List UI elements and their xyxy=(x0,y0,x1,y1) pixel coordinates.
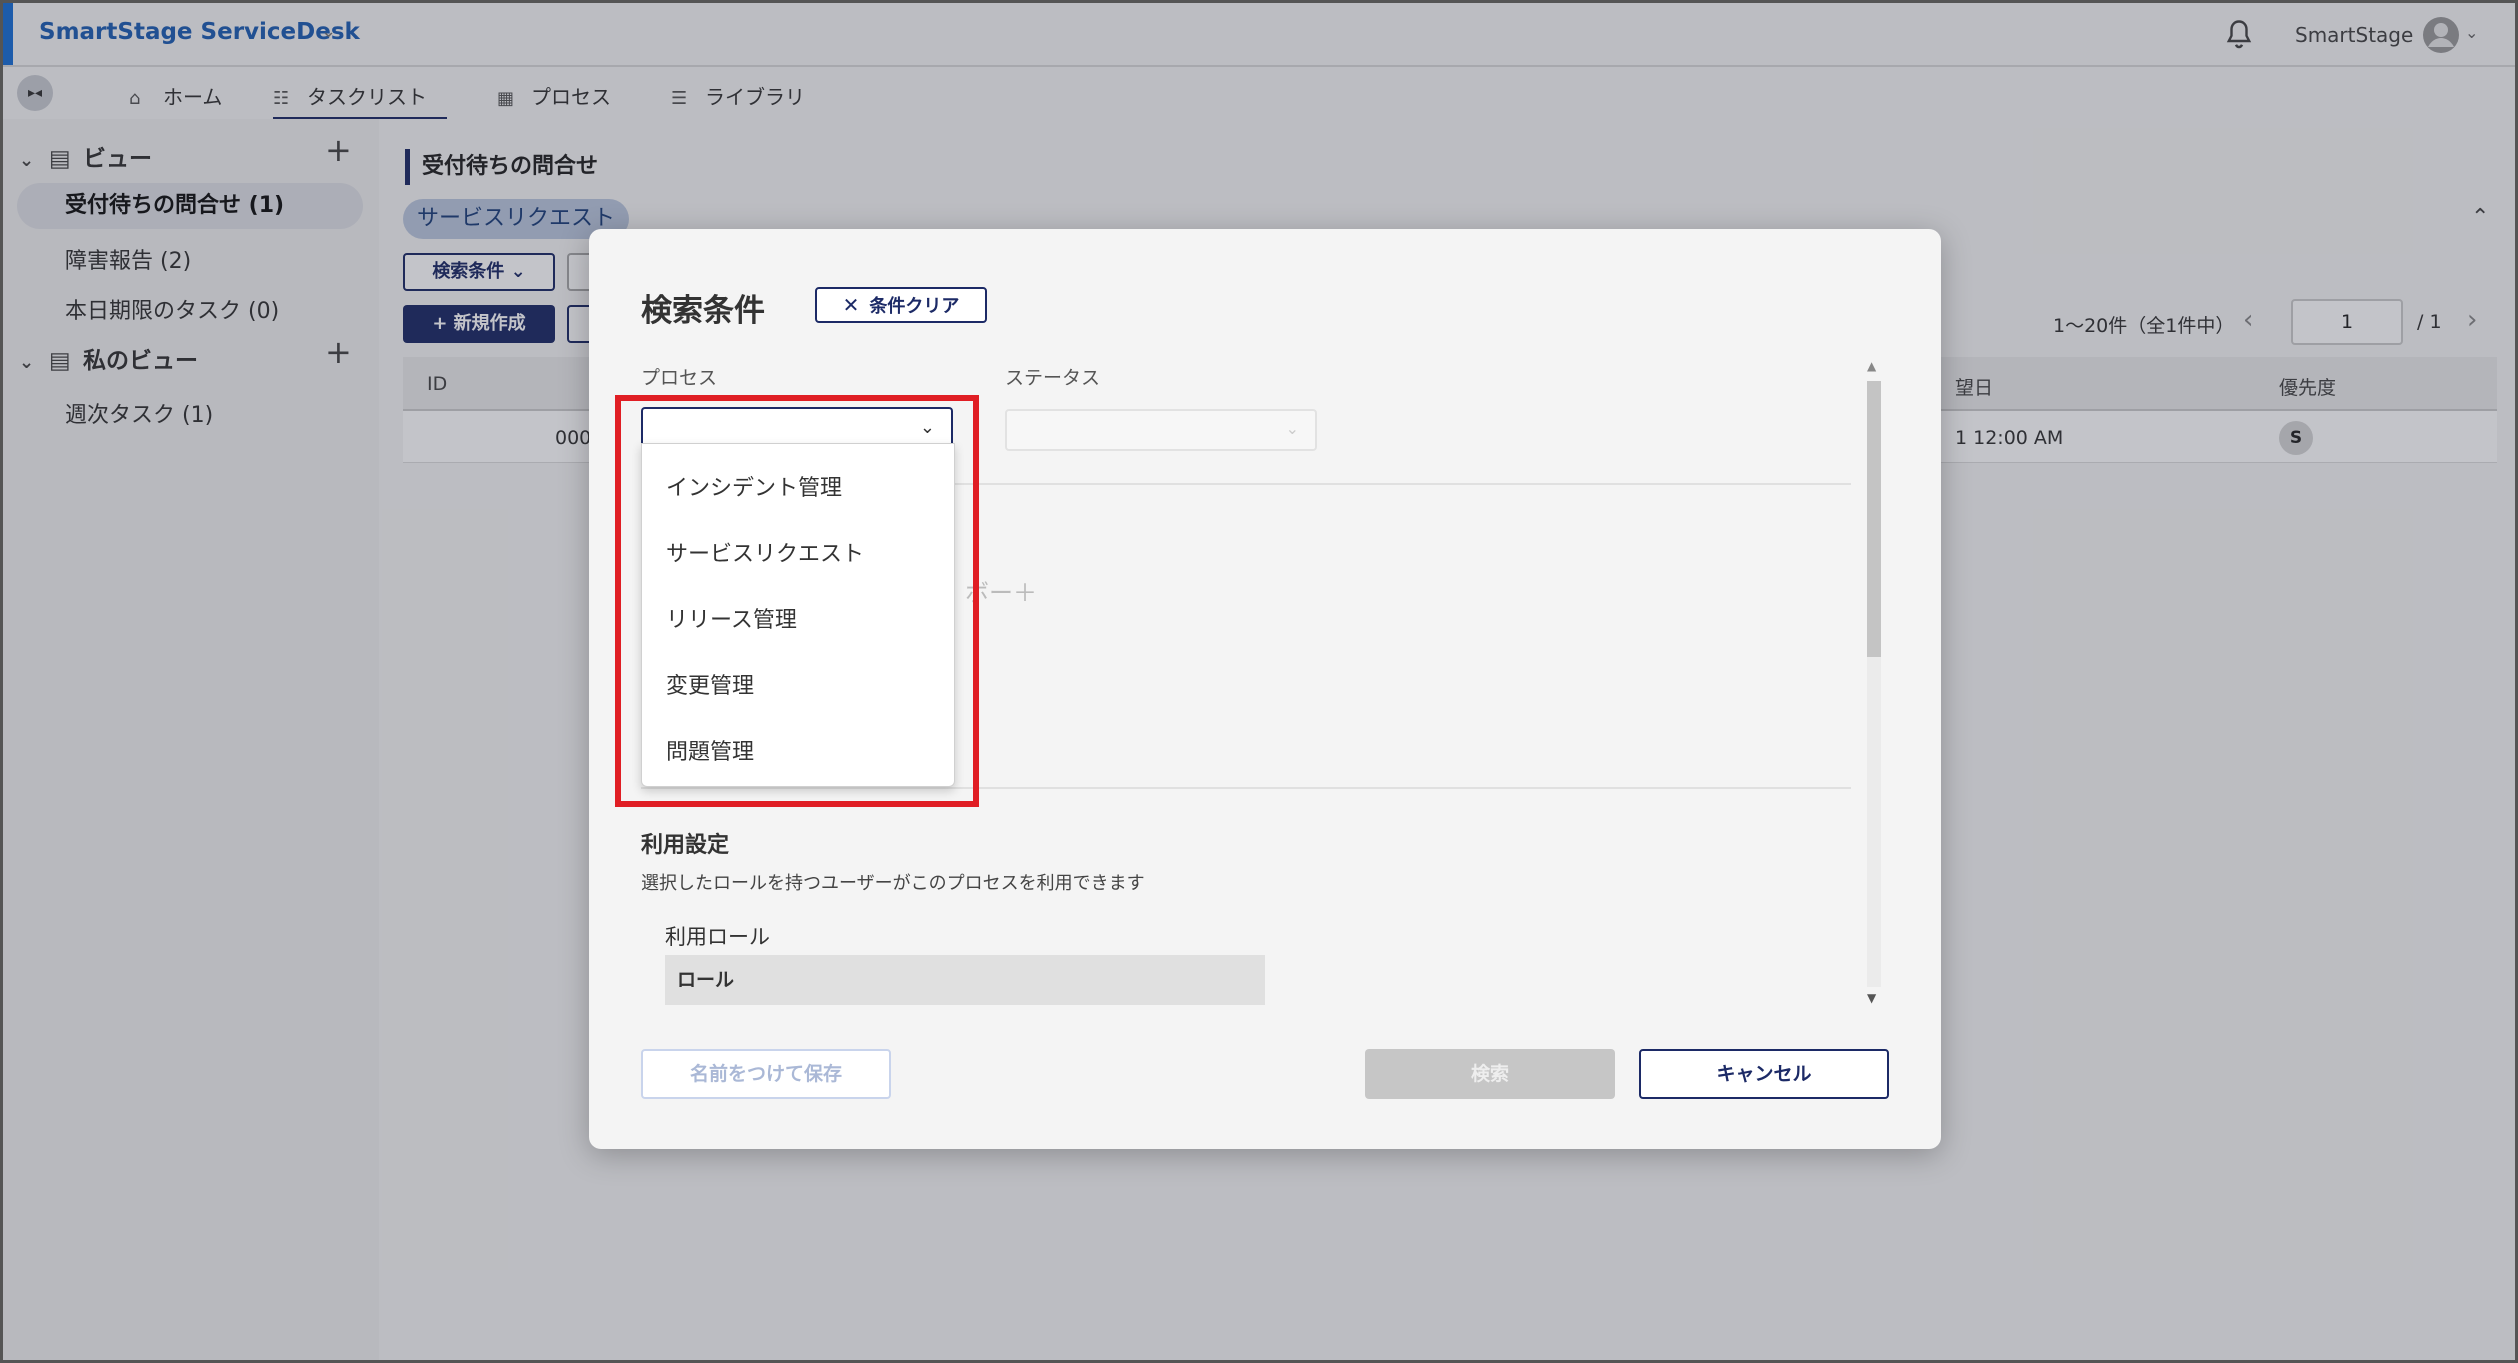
status-field-label: ステータス xyxy=(1005,367,1101,389)
save-with-name-button[interactable]: 名前をつけて保存 xyxy=(641,1049,891,1099)
scroll-up-icon[interactable]: ▲ xyxy=(1867,359,1876,373)
role-table-header: ロール xyxy=(665,955,1265,1005)
dialog-title: 検索条件 xyxy=(641,293,765,329)
cancel-button[interactable]: キャンセル xyxy=(1639,1049,1889,1099)
usage-settings-title: 利用設定 xyxy=(641,833,730,858)
search-button[interactable]: 検索 xyxy=(1365,1049,1615,1099)
scroll-thumb[interactable] xyxy=(1867,381,1881,657)
dialog-scrollbar[interactable]: ▲ ▼ xyxy=(1863,359,1885,1009)
scroll-down-icon[interactable]: ▼ xyxy=(1867,991,1876,1005)
clear-conditions-button[interactable]: ✕ 条件クリア xyxy=(815,287,987,323)
clear-conditions-label: 条件クリア xyxy=(869,296,960,317)
status-select[interactable]: ⌄ xyxy=(1005,409,1317,451)
close-icon: ✕ xyxy=(842,293,860,317)
annotation-highlight-box xyxy=(615,395,979,807)
chevron-down-icon: ⌄ xyxy=(1285,419,1299,438)
usage-settings-description: 選択したロールを持つユーザーがこのプロセスを利用できます xyxy=(641,873,1145,894)
process-field-label: プロセス xyxy=(641,367,718,389)
usage-role-label: 利用ロール xyxy=(665,925,770,949)
app-window: SmartStage ServiceDesk ⌄ SmartStage ⌄ ▸◂… xyxy=(0,0,2518,1363)
